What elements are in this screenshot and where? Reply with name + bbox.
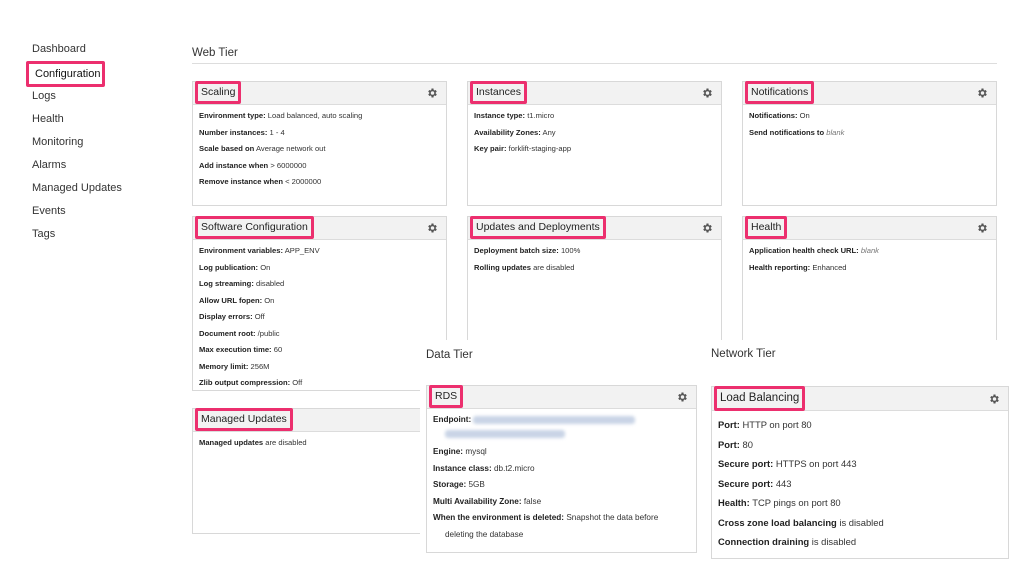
load-balancing-panel-body: Port: HTTP on port 80 Port: 80 Secure po… bbox=[712, 411, 1008, 556]
sidebar-item-health[interactable]: Health bbox=[26, 110, 156, 133]
software-row: Log publication: On bbox=[199, 262, 271, 272]
instances-row: Availability Zones: Any bbox=[474, 127, 556, 137]
scaling-row: Environment type: Load balanced, auto sc… bbox=[199, 111, 363, 120]
rds-endpoint-row-2 bbox=[433, 428, 690, 446]
redacted-endpoint bbox=[445, 429, 565, 438]
rds-deleted-row: When the environment is deleted: Snapsho… bbox=[433, 513, 659, 522]
web-tier-divider bbox=[192, 63, 997, 64]
load-balancing-panel-title: Load Balancing bbox=[714, 386, 806, 411]
scaling-row: Remove instance when < 2000000 bbox=[199, 177, 322, 186]
sidebar-item-events[interactable]: Events bbox=[26, 202, 156, 225]
software-row: Memory limit: 256M bbox=[199, 361, 270, 371]
managed-updates-panel-header: Managed Updates bbox=[193, 408, 431, 432]
software-row: Environment variables: APP_ENV bbox=[199, 246, 320, 255]
gear-icon[interactable] bbox=[701, 222, 713, 234]
scaling-panel: Scaling Environment type: Load balanced,… bbox=[192, 81, 447, 206]
sidebar-item-configuration[interactable]: Configuration bbox=[26, 61, 105, 87]
scaling-row: Add instance when > 6000000 bbox=[199, 160, 307, 170]
lb-row: Secure port: HTTPS on port 443 bbox=[718, 458, 857, 469]
scaling-panel-body: Environment type: Load balanced, auto sc… bbox=[193, 105, 446, 193]
lb-row: Connection draining is disabled bbox=[718, 536, 857, 547]
sidebar-item-tags[interactable]: Tags bbox=[26, 225, 156, 248]
gear-icon[interactable] bbox=[676, 391, 688, 403]
updates-row: Rolling updates are disabled bbox=[474, 262, 575, 272]
scaling-row: Scale based on Average network out bbox=[199, 144, 326, 153]
software-row: Allow URL fopen: On bbox=[199, 295, 275, 305]
rds-endpoint-row: Endpoint: bbox=[433, 414, 690, 428]
data-tier-title: Data Tier bbox=[426, 349, 473, 361]
updates-deployments-panel: Updates and Deployments Deployment batch… bbox=[467, 216, 722, 344]
rds-row: Multi Availability Zone: false bbox=[433, 496, 542, 506]
web-tier-title: Web Tier bbox=[192, 47, 238, 59]
managed-updates-panel: Managed Updates Managed updates are disa… bbox=[192, 408, 432, 534]
software-row: Display errors: Off bbox=[199, 312, 265, 321]
sidebar-item-dashboard[interactable]: Dashboard bbox=[26, 40, 156, 63]
gear-icon[interactable] bbox=[976, 87, 988, 99]
notifications-row: Notifications: On bbox=[749, 111, 810, 120]
redacted-endpoint bbox=[473, 415, 636, 424]
rds-row: Engine: mysql bbox=[433, 447, 487, 456]
updates-deployments-panel-body: Deployment batch size: 100% Rolling upda… bbox=[468, 240, 721, 278]
notifications-panel-header: Notifications bbox=[743, 81, 996, 105]
rds-row: Instance class: db.t2.micro bbox=[433, 463, 535, 473]
health-panel-header: Health bbox=[743, 216, 996, 240]
software-configuration-panel-title: Software Configuration bbox=[195, 216, 314, 239]
sidebar-item-logs[interactable]: Logs bbox=[26, 87, 156, 110]
health-panel: Health Application health check URL: bla… bbox=[742, 216, 997, 344]
health-panel-title: Health bbox=[745, 216, 788, 239]
instances-panel-title: Instances bbox=[470, 81, 527, 104]
load-balancing-panel: Load Balancing Port: HTTP on port 80 Por… bbox=[711, 386, 1009, 559]
managed-updates-panel-body: Managed updates are disabled bbox=[193, 432, 431, 454]
scaling-panel-header: Scaling bbox=[193, 81, 446, 105]
notifications-panel: Notifications Notifications: On Send not… bbox=[742, 81, 997, 206]
managed-updates-row: Managed updates are disabled bbox=[199, 438, 307, 447]
health-row: Application health check URL: blank bbox=[749, 246, 879, 255]
scaling-panel-title: Scaling bbox=[195, 81, 242, 104]
managed-updates-panel-title: Managed Updates bbox=[195, 408, 293, 431]
software-row: Max execution time: 60 bbox=[199, 345, 283, 354]
health-row: Health reporting: Enhanced bbox=[749, 262, 847, 272]
lb-row: Cross zone load balancing is disabled bbox=[718, 516, 884, 528]
rds-panel-body: Endpoint: Engine: mysql Instance class: … bbox=[427, 409, 696, 545]
instances-panel-header: Instances bbox=[468, 81, 721, 105]
instances-row: Key pair: forklift-staging-app bbox=[474, 144, 572, 153]
rds-panel-header: RDS bbox=[427, 385, 696, 409]
instances-panel: Instances Instance type: t1.micro Availa… bbox=[467, 81, 722, 206]
health-panel-body: Application health check URL: blank Heal… bbox=[743, 240, 996, 278]
software-configuration-panel-body: Environment variables: APP_ENV Log publi… bbox=[193, 240, 446, 394]
updates-deployments-panel-header: Updates and Deployments bbox=[468, 216, 721, 240]
gear-icon[interactable] bbox=[701, 87, 713, 99]
notifications-row: Send notifications to blank bbox=[749, 127, 845, 137]
lb-row: Port: 80 bbox=[718, 438, 753, 450]
lb-row: Port: HTTP on port 80 bbox=[718, 419, 812, 430]
software-configuration-panel-header: Software Configuration bbox=[193, 216, 446, 240]
updates-row: Deployment batch size: 100% bbox=[474, 246, 581, 255]
gear-icon[interactable] bbox=[988, 393, 1000, 405]
rds-deleted-row-2: deleting the database bbox=[445, 529, 524, 539]
software-row: Zlib output compression: Off bbox=[199, 378, 303, 387]
gear-icon[interactable] bbox=[426, 87, 438, 99]
rds-panel: RDS Endpoint: Engine: mysql Instance cla… bbox=[426, 385, 697, 553]
notifications-panel-title: Notifications bbox=[745, 81, 815, 104]
updates-deployments-panel-title: Updates and Deployments bbox=[470, 216, 606, 239]
sidebar-item-alarms[interactable]: Alarms bbox=[26, 156, 156, 179]
notifications-panel-body: Notifications: On Send notifications to … bbox=[743, 105, 996, 143]
sidebar-nav: Dashboard Configuration Logs Health Moni… bbox=[26, 40, 156, 248]
gear-icon[interactable] bbox=[976, 222, 988, 234]
network-tier-title: Network Tier bbox=[711, 348, 776, 360]
software-row: Log streaming: disabled bbox=[199, 279, 285, 288]
gear-icon[interactable] bbox=[426, 222, 438, 234]
software-row: Document root: /public bbox=[199, 328, 280, 338]
sidebar-item-monitoring[interactable]: Monitoring bbox=[26, 133, 156, 156]
sidebar-item-managed-updates[interactable]: Managed Updates bbox=[26, 179, 156, 202]
load-balancing-panel-header: Load Balancing bbox=[712, 386, 1008, 411]
instances-panel-body: Instance type: t1.micro Availability Zon… bbox=[468, 105, 721, 160]
lb-row: Health: TCP pings on port 80 bbox=[718, 497, 841, 508]
rds-row: Storage: 5GB bbox=[433, 480, 485, 489]
rds-panel-title: RDS bbox=[429, 385, 464, 408]
software-configuration-panel: Software Configuration Environment varia… bbox=[192, 216, 447, 391]
scaling-row: Number instances: 1 - 4 bbox=[199, 127, 285, 137]
instances-row: Instance type: t1.micro bbox=[474, 111, 555, 120]
lb-row: Secure port: 443 bbox=[718, 477, 792, 489]
